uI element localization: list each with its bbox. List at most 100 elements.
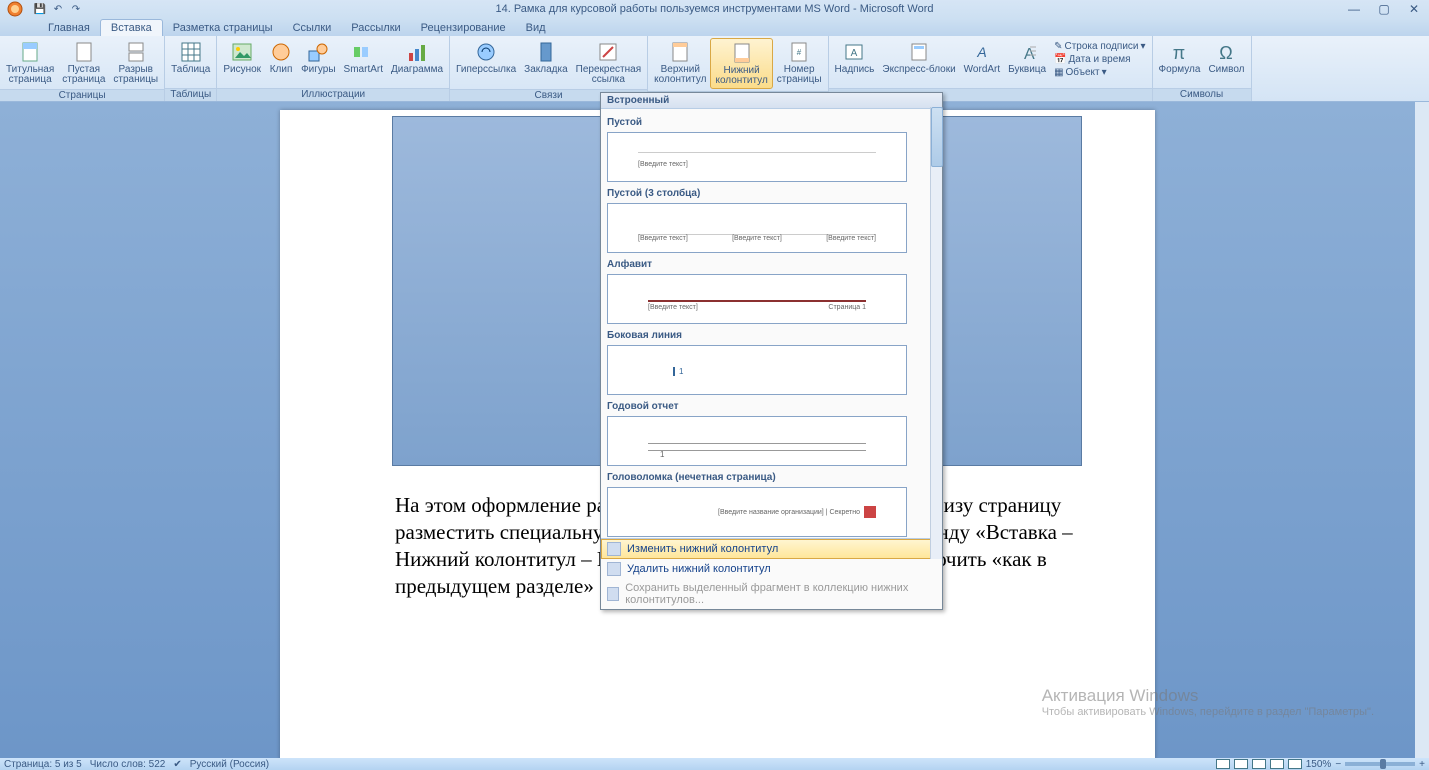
clip-icon xyxy=(269,40,293,64)
window-title: 14. Рамка для курсовой работы пользуемся… xyxy=(495,3,933,15)
wordart-button[interactable]: AWordArt xyxy=(960,38,1005,77)
sig-icon: ✎ xyxy=(1054,41,1062,52)
close-button[interactable]: ✕ xyxy=(1403,2,1425,16)
svg-text:A: A xyxy=(976,44,986,60)
zoom-out-button[interactable]: − xyxy=(1335,759,1341,770)
crossref-button[interactable]: Перекрестная ссылка xyxy=(572,38,645,87)
zoom-in-button[interactable]: + xyxy=(1419,759,1425,770)
smartart-button[interactable]: SmartArt xyxy=(340,38,387,77)
group-tables-label: Таблицы xyxy=(165,88,216,101)
edit-icon xyxy=(607,542,621,556)
header-button[interactable]: Верхний колонтитул xyxy=(650,38,710,87)
zoom-thumb[interactable] xyxy=(1380,759,1386,769)
watermark-subtitle: Чтобы активировать Windows, перейдите в … xyxy=(1042,706,1374,718)
preview-annual[interactable]: 1 xyxy=(607,416,907,466)
chart-icon xyxy=(405,40,429,64)
smartart-icon xyxy=(351,40,375,64)
redo-icon[interactable]: ↷ xyxy=(68,2,84,16)
view-web-icon[interactable] xyxy=(1252,759,1266,769)
zoom-slider[interactable] xyxy=(1345,762,1415,766)
blank-page-icon xyxy=(72,40,96,64)
object-icon: ▦ xyxy=(1054,67,1063,78)
office-button[interactable] xyxy=(0,0,30,18)
status-language[interactable]: Русский (Россия) xyxy=(190,759,269,770)
preview-puzzle[interactable]: [Введите название организации] | Секретн… xyxy=(607,487,907,537)
datetime-button[interactable]: 📅Дата и время xyxy=(1050,53,1149,66)
svg-text:Ω: Ω xyxy=(1220,43,1233,63)
gallery-item-blank[interactable]: Пустой xyxy=(607,117,936,128)
view-reading-icon[interactable] xyxy=(1234,759,1248,769)
bookmark-button[interactable]: Закладка xyxy=(520,38,571,77)
footer-icon xyxy=(730,41,754,65)
shapes-icon xyxy=(306,40,330,64)
date-icon: 📅 xyxy=(1054,54,1066,65)
gallery-item-sideline[interactable]: Боковая линия xyxy=(607,330,936,341)
footer-button[interactable]: Нижний колонтитул xyxy=(710,38,772,89)
ribbon-tabs: Главная Вставка Разметка страницы Ссылки… xyxy=(0,18,1429,36)
gallery-item-annual[interactable]: Годовой отчет xyxy=(607,401,936,412)
symbol-icon: Ω xyxy=(1214,40,1238,64)
signature-line-button[interactable]: ✎Строка подписи ▾ xyxy=(1050,40,1149,53)
textbox-button[interactable]: AНадпись xyxy=(831,38,879,77)
tab-home[interactable]: Главная xyxy=(38,20,100,36)
edit-footer-menu-item[interactable]: Изменить нижний колонтитул xyxy=(601,539,942,559)
quickparts-button[interactable]: Экспресс-блоки xyxy=(878,38,959,77)
tab-review[interactable]: Рецензирование xyxy=(411,20,516,36)
tab-insert[interactable]: Вставка xyxy=(100,19,163,36)
textbox-icon: A xyxy=(842,40,866,64)
gallery-scrollbar[interactable] xyxy=(930,107,942,559)
save-gallery-icon xyxy=(607,587,619,601)
quick-access-toolbar: 💾 ↶ ↷ xyxy=(32,2,84,16)
status-proofing-icon[interactable]: ✔ xyxy=(173,759,181,770)
gallery-header: Встроенный xyxy=(601,93,942,109)
undo-icon[interactable]: ↶ xyxy=(50,2,66,16)
tab-references[interactable]: Ссылки xyxy=(283,20,342,36)
cover-page-button[interactable]: Титульная страница xyxy=(2,38,58,87)
dropcap-button[interactable]: AБуквица xyxy=(1004,38,1050,77)
group-symbols: πФормула ΩСимвол Символы xyxy=(1153,36,1252,101)
tab-mailings[interactable]: Рассылки xyxy=(341,20,410,36)
picture-button[interactable]: Рисунок xyxy=(219,38,265,77)
preview-blank3[interactable]: [Введите текст][Введите текст][Введите т… xyxy=(607,203,907,253)
view-outline-icon[interactable] xyxy=(1270,759,1284,769)
maximize-button[interactable]: ▢ xyxy=(1373,2,1395,16)
preview-blank[interactable]: [Введите текст] xyxy=(607,132,907,182)
symbol-button[interactable]: ΩСимвол xyxy=(1204,38,1248,77)
gallery-item-alphabet[interactable]: Алфавит xyxy=(607,259,936,270)
equation-icon: π xyxy=(1167,40,1191,64)
object-button[interactable]: ▦Объект ▾ xyxy=(1050,66,1149,79)
shapes-button[interactable]: Фигуры xyxy=(297,38,339,77)
minimize-button[interactable]: — xyxy=(1343,2,1365,16)
gallery-item-puzzle[interactable]: Головоломка (нечетная страница) xyxy=(607,472,936,483)
chart-button[interactable]: Диаграмма xyxy=(387,38,447,77)
status-bar: Страница: 5 из 5 Число слов: 522 ✔ Русск… xyxy=(0,758,1429,770)
hyperlink-icon xyxy=(474,40,498,64)
vertical-scrollbar[interactable] xyxy=(1415,102,1429,758)
table-button[interactable]: Таблица xyxy=(167,38,214,77)
equation-button[interactable]: πФормула xyxy=(1155,38,1205,77)
gallery-scroll-thumb[interactable] xyxy=(931,107,943,167)
status-words[interactable]: Число слов: 522 xyxy=(90,759,166,770)
view-draft-icon[interactable] xyxy=(1288,759,1302,769)
blank-page-button[interactable]: Пустая страница xyxy=(58,38,109,87)
group-tables: Таблица Таблицы xyxy=(165,36,217,101)
preview-alphabet[interactable]: [Введите текст]Страница 1 xyxy=(607,274,907,324)
tab-layout[interactable]: Разметка страницы xyxy=(163,20,283,36)
tab-view[interactable]: Вид xyxy=(516,20,556,36)
clip-button[interactable]: Клип xyxy=(265,38,297,77)
remove-footer-menu-item[interactable]: Удалить нижний колонтитул xyxy=(601,559,942,579)
title-bar: 💾 ↶ ↷ 14. Рамка для курсовой работы поль… xyxy=(0,0,1429,18)
hyperlink-button[interactable]: Гиперссылка xyxy=(452,38,520,77)
save-footer-menu-item: Сохранить выделенный фрагмент в коллекци… xyxy=(601,579,942,609)
page-break-button[interactable]: Разрыв страницы xyxy=(109,38,162,87)
zoom-level[interactable]: 150% xyxy=(1306,759,1332,770)
gallery-item-blank3[interactable]: Пустой (3 столбца) xyxy=(607,188,936,199)
gallery-body[interactable]: Пустой [Введите текст] Пустой (3 столбца… xyxy=(601,109,942,538)
save-icon[interactable]: 💾 xyxy=(32,2,48,16)
view-print-layout-icon[interactable] xyxy=(1216,759,1230,769)
status-page[interactable]: Страница: 5 из 5 xyxy=(4,759,82,770)
remove-icon xyxy=(607,562,621,576)
group-illustrations-label: Иллюстрации xyxy=(217,88,449,101)
pagenum-button[interactable]: #Номер страницы xyxy=(773,38,826,87)
preview-sideline[interactable]: 1 xyxy=(607,345,907,395)
